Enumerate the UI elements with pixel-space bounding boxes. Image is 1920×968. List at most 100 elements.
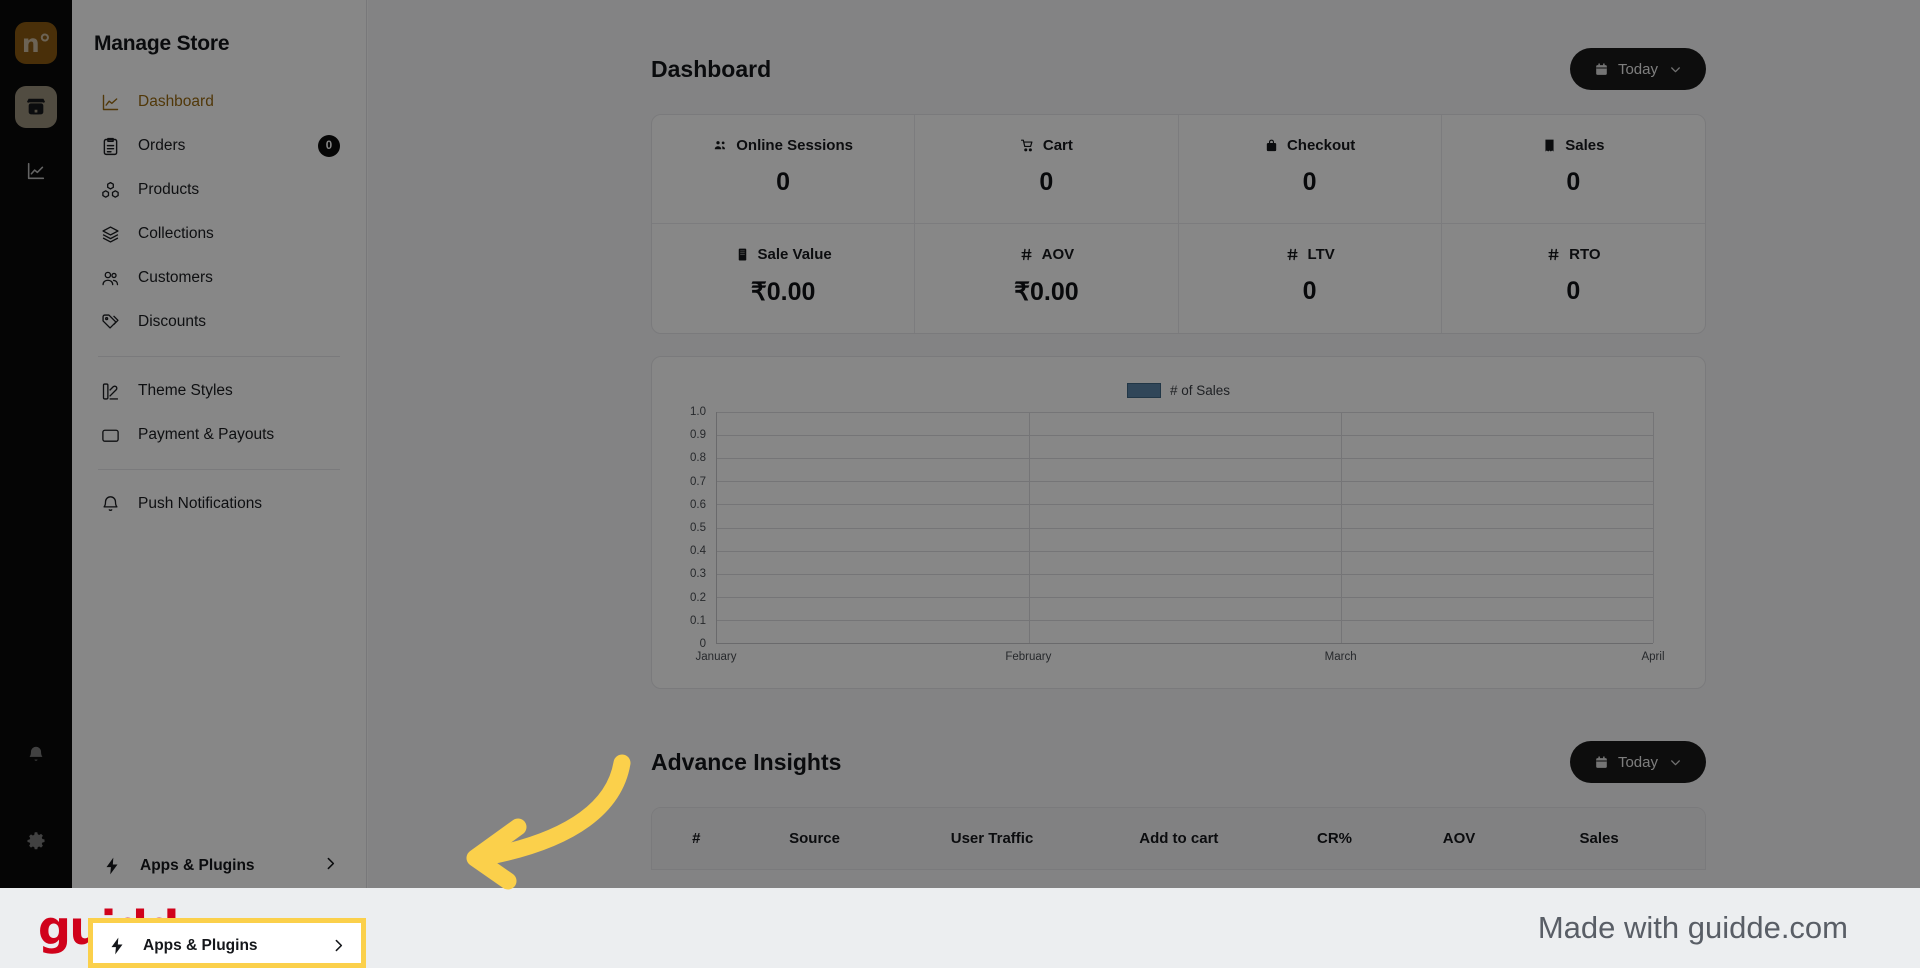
kpi-cart: Cart 0 <box>915 115 1179 224</box>
sidebar-item-payment-payouts[interactable]: Payment & Payouts <box>90 413 348 457</box>
apps-plugins-wrapper: Apps & Plugins <box>90 844 349 888</box>
bill-icon <box>735 247 750 262</box>
kpi-label: Cart <box>1042 137 1073 154</box>
chart-gridline-h <box>717 550 1653 552</box>
insights-column-header: User Traffic <box>950 830 1034 847</box>
gear-icon <box>25 830 47 852</box>
rail-item-settings[interactable] <box>15 820 57 862</box>
kpi-sale-value: Sale Value ₹0.00 <box>652 224 916 333</box>
kpi-label: RTO <box>1569 246 1601 263</box>
hash-icon <box>1546 247 1561 262</box>
insights-title: Advance Insights <box>651 748 842 775</box>
sidebar-item-discounts[interactable]: Discounts <box>90 300 348 344</box>
chart-y-tick: 0.2 <box>690 591 706 604</box>
kpi-value: 0 <box>1302 168 1317 196</box>
chart-gridline-h <box>717 573 1653 575</box>
chart-y-tick: 0.1 <box>690 614 706 627</box>
chart-gridline-v <box>1028 412 1030 643</box>
legend-swatch <box>1126 383 1161 398</box>
kpi-label: AOV <box>1041 246 1075 263</box>
sidebar-divider-1 <box>98 356 340 357</box>
kpi-value: 0 <box>1302 277 1317 305</box>
kpi-label: Sales <box>1565 137 1605 154</box>
sidebar-item-dashboard[interactable]: Dashboard <box>90 80 348 124</box>
insights-range-label: Today <box>1617 753 1658 771</box>
sidebar-item-collections[interactable]: Collections <box>90 212 348 256</box>
insights-column-header: Add to cart <box>1139 830 1219 847</box>
kpi-value: 0 <box>1039 168 1054 196</box>
kpi-card: Online Sessions 0 Cart 0 Checkout 0 Sale… <box>651 114 1706 334</box>
chart-x-axis: January February March April <box>696 644 1665 670</box>
insights-column-header: Sales <box>1579 830 1619 847</box>
calendar-icon <box>1594 755 1609 770</box>
rail-item-notifications[interactable] <box>15 734 57 776</box>
kpi-label-row: LTV <box>1189 246 1431 263</box>
chart-y-tick: 0.9 <box>690 429 706 442</box>
sidebar-divider-2 <box>98 469 340 470</box>
chart-gridline-h <box>717 596 1653 598</box>
chart-grid <box>716 412 1654 644</box>
sidebar-item-label: Collections <box>138 225 214 242</box>
bolt-icon <box>100 854 124 878</box>
chart-y-tick: 0.8 <box>690 452 706 465</box>
insights-column-header: # <box>692 830 701 847</box>
people-icon <box>713 138 728 153</box>
calendar-icon <box>1594 62 1609 77</box>
rail-item-analytics[interactable] <box>15 150 57 192</box>
kpi-checkout: Checkout 0 <box>1178 115 1442 224</box>
insights-table: # Source User Traffic Add to cart CR% AOV Sale… <box>651 807 1706 870</box>
chart-y-tick: 0.4 <box>690 545 706 558</box>
chart-gridline-h <box>717 412 1653 413</box>
insights-column-header: AOV <box>1442 830 1476 847</box>
rail-bottom-group <box>15 734 57 888</box>
insights-column-header: Source <box>789 830 840 847</box>
sidebar-item-orders[interactable]: Orders 0 <box>90 124 348 168</box>
chart-y-axis: 1.0 0.9 0.8 0.7 0.6 0.5 0.4 0.3 0.2 0.1 0 <box>672 406 712 650</box>
kpi-grid: Online Sessions 0 Cart 0 Checkout 0 Sale… <box>652 115 1705 333</box>
chart-y-tick: 0.7 <box>690 475 706 488</box>
chart-gridline-h <box>717 504 1653 506</box>
kpi-label: Sale Value <box>757 246 832 263</box>
kpi-rto: RTO 0 <box>1442 224 1705 333</box>
insights-date-range-button[interactable]: Today <box>1569 741 1706 783</box>
kpi-label-row: Cart <box>925 137 1167 154</box>
users-icon <box>98 266 122 290</box>
sidebar-title: Manage Store <box>94 32 230 55</box>
kpi-label-row: Sales <box>1452 137 1695 154</box>
chart-gridline-h <box>717 435 1653 437</box>
sidebar-item-label: Push Notifications <box>138 495 263 512</box>
kpi-label-row: RTO <box>1452 246 1695 263</box>
kpi-label-row: AOV <box>925 246 1167 263</box>
sidebar-item-theme-styles[interactable]: Theme Styles <box>90 369 348 413</box>
dashboard-date-range-button[interactable]: Today <box>1569 48 1706 90</box>
hash-icon <box>1019 247 1034 262</box>
chart-line-icon <box>98 90 122 114</box>
chart-y-tick: 0.5 <box>690 522 706 534</box>
sidebar-item-products[interactable]: Products <box>90 168 348 212</box>
chart-gridline-h <box>717 458 1653 460</box>
sidebar-item-customers[interactable]: Customers <box>90 256 348 300</box>
chart-gridline-v <box>1653 412 1654 643</box>
tag-icon <box>98 310 122 334</box>
sidebar-item-label: Payment & Payouts <box>138 426 275 443</box>
kpi-value: 0 <box>1566 277 1581 305</box>
screenshot-root: n° Manage Store Dashboard Orders 0 Produ… <box>0 0 1920 968</box>
sidebar-item-push-notifications[interactable]: Push Notifications <box>90 482 348 526</box>
chart-y-tick: 0 <box>699 638 706 650</box>
app-logo[interactable]: n° <box>15 22 57 64</box>
kpi-value: 0 <box>1566 168 1581 196</box>
kpi-aov: AOV ₹0.00 <box>915 224 1179 333</box>
sidebar-item-label: Discounts <box>138 313 207 330</box>
kpi-value: 0 <box>776 168 791 196</box>
sidebar-item-apps-plugins[interactable]: Apps & Plugins <box>90 844 349 888</box>
chart-plot-area: 1.0 0.9 0.8 0.7 0.6 0.5 0.4 0.3 0.2 0.1 0 <box>690 406 1654 650</box>
analytics-icon <box>25 160 47 182</box>
palette-icon <box>98 379 122 403</box>
store-icon <box>25 96 47 118</box>
chart-x-tick: February <box>1005 651 1052 663</box>
app-screen: n° Manage Store Dashboard Orders 0 Produ… <box>0 0 1920 888</box>
rail-item-store[interactable] <box>15 86 57 128</box>
chart-x-tick: April <box>1641 651 1665 663</box>
dashboard-header: Dashboard Today <box>368 0 1920 90</box>
receipt-icon <box>1542 138 1557 153</box>
